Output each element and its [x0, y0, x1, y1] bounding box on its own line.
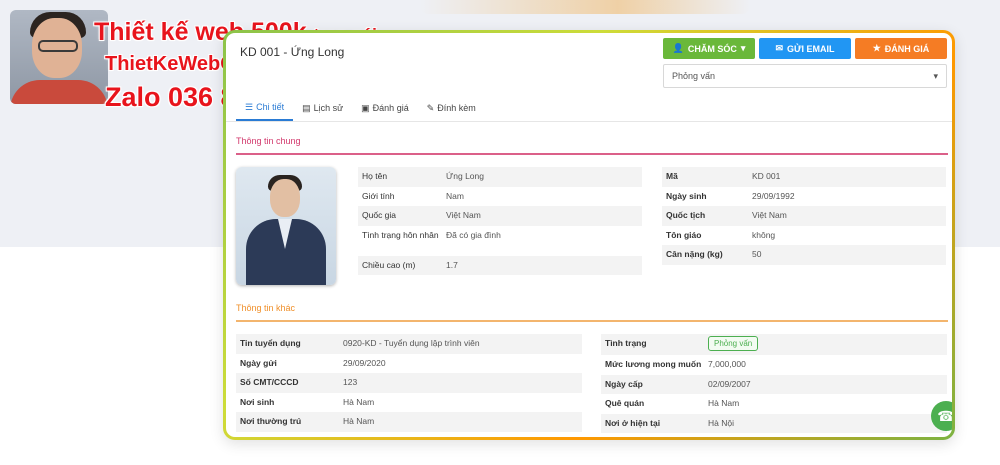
- info-row: Quê quán Hà Nam: [605, 398, 740, 408]
- info-row: Chiều cao (m) 1.7: [358, 255, 642, 275]
- info-row: Quốc tịch Việt Nam: [662, 206, 946, 226]
- tab-bar: ☰ Chi tiết ▤ Lịch sử ▣ Đánh giá ✎ Đính k…: [236, 95, 485, 121]
- info-row: Nơi sinh Hà Nam: [240, 396, 375, 407]
- tabs-divider: [226, 121, 952, 122]
- info-row: Nơi thường trú Hà Nam: [236, 412, 582, 432]
- tab-details[interactable]: ☰ Chi tiết: [236, 95, 294, 121]
- other-info-right: Tình trạng Phỏng vấn Mức lương mong muốn 7…: [601, 334, 947, 433]
- info-row: Ngày sinh 29/09/1992: [666, 190, 795, 201]
- info-row: Số CMT/CCCD 123: [236, 373, 582, 393]
- other-info-left: Tin tuyển dụng 0920-KD - Tuyển dụng lập t…: [236, 334, 582, 432]
- other-info-heading: Thông tin khác: [236, 303, 296, 313]
- candidate-photo: [236, 167, 336, 285]
- history-icon: ▤: [302, 102, 311, 113]
- send-email-button[interactable]: ✉ GỬI EMAIL: [759, 38, 851, 59]
- page-title: KD 001 - Ứng Long: [240, 45, 345, 59]
- info-row: Ngày cấp 02/09/2007: [601, 374, 947, 394]
- chevron-down-icon: ▾: [933, 70, 938, 81]
- job-posting-link[interactable]: 0920-KD - Tuyển dụng lập trình viên: [343, 338, 480, 348]
- candidate-card: KD 001 - Ứng Long 👤 CHĂM SÓC ▾ ✉ GỬI EMA…: [223, 30, 955, 440]
- info-row: Mã KD 001: [662, 167, 946, 187]
- star-icon: ★: [872, 43, 881, 53]
- info-row: Mức lương mong muốn 7,000,000: [605, 359, 746, 369]
- care-button[interactable]: 👤 CHĂM SÓC ▾: [663, 38, 755, 59]
- phone-call-button[interactable]: ☎: [931, 401, 955, 431]
- envelope-icon: ✉: [775, 43, 784, 53]
- tab-history[interactable]: ▤ Lịch sử: [293, 95, 352, 121]
- list-icon: ☰: [245, 101, 254, 112]
- phone-icon: ☎: [937, 407, 955, 424]
- info-row: Tin tuyển dụng 0920-KD - Tuyển dụng lập t…: [236, 334, 582, 354]
- info-row: Giới tính Nam: [362, 190, 464, 201]
- status-badge: Phỏng vấn: [708, 336, 759, 351]
- card-icon: ▣: [361, 102, 370, 113]
- info-row: Ngày gửi 29/09/2020: [240, 357, 386, 368]
- info-row: Tôn giáo không: [666, 229, 776, 240]
- caret-down-icon: ▾: [740, 43, 746, 53]
- general-info-heading: Thông tin chung: [236, 136, 301, 146]
- info-row: Nơi ở hiện tại Hà Nội: [601, 413, 947, 433]
- info-row: Quốc gia Việt Nam: [358, 206, 642, 226]
- section-divider: [236, 153, 948, 155]
- info-row: Tình trạng Phỏng vấn: [601, 334, 947, 355]
- background-decoration: [420, 0, 750, 14]
- general-info-left: Họ tên Ứng Long Giới tính Nam Quốc gia Việt…: [358, 167, 642, 275]
- info-row: Tình trạng hôn nhân Đã có gia đình: [362, 229, 501, 240]
- tab-attachments[interactable]: ✎ Đính kèm: [418, 95, 485, 121]
- paperclip-icon: ✎: [426, 102, 435, 113]
- stage-select[interactable]: Phỏng vấn ▾: [663, 64, 947, 88]
- general-info-right: Mã KD 001 Ngày sinh 29/09/1992 Quốc tịch Vi…: [662, 167, 946, 265]
- evaluate-button[interactable]: ★ ĐÁNH GIÁ: [855, 38, 947, 59]
- user-icon: 👤: [672, 43, 684, 53]
- info-row: Họ tên Ứng Long: [358, 167, 642, 187]
- tab-evaluation[interactable]: ▣ Đánh giá: [352, 95, 418, 121]
- section-divider: [236, 320, 948, 322]
- info-row: Cân nặng (kg) 50: [662, 245, 946, 265]
